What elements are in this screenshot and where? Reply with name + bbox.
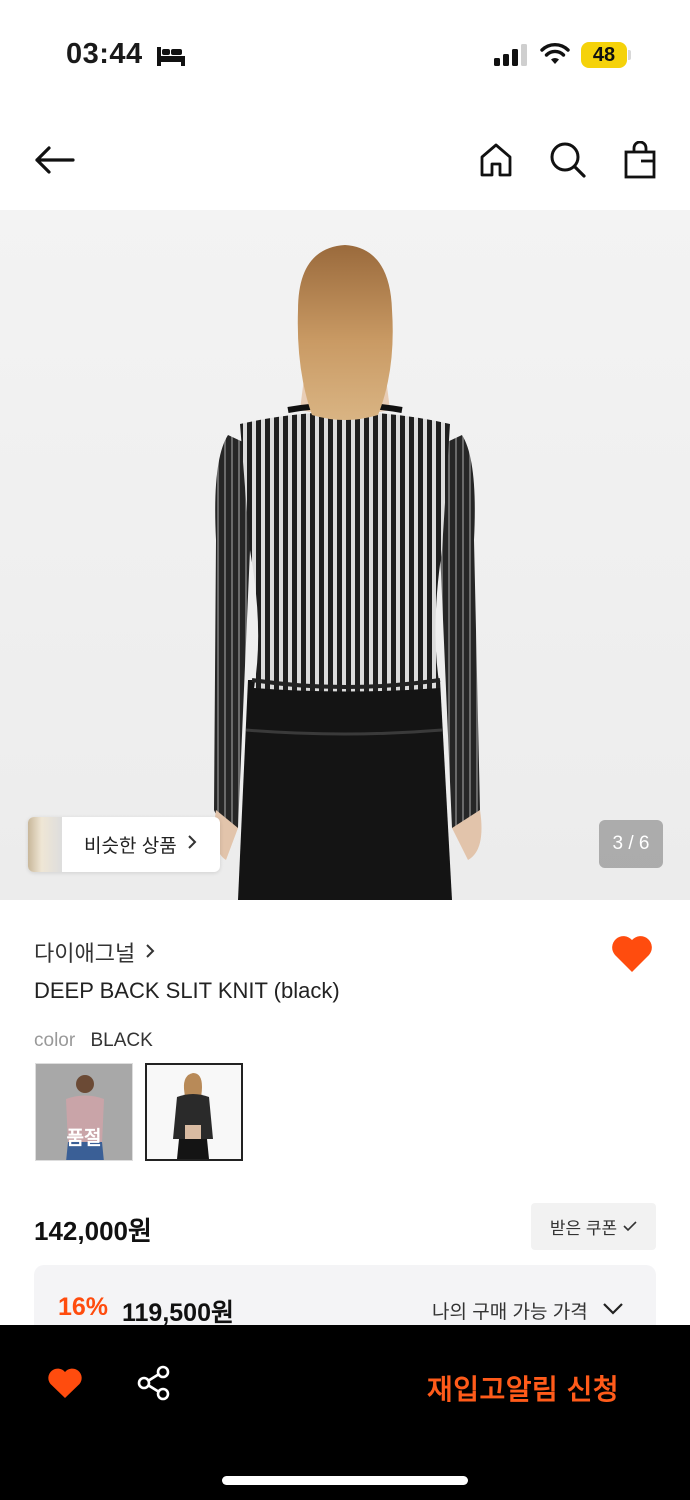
- share-icon[interactable]: [136, 1365, 172, 1406]
- color-value: BLACK: [90, 1030, 153, 1051]
- heart-icon[interactable]: [47, 1367, 83, 1404]
- status-bar: 03:44 48: [0, 0, 690, 110]
- chevron-down-icon: [602, 1300, 624, 1322]
- battery-nub: [628, 50, 631, 60]
- product-image[interactable]: [0, 210, 690, 900]
- battery-icon: 48: [581, 42, 627, 68]
- wifi-icon: [540, 42, 570, 71]
- product-name: DEEP BACK SLIT KNIT (black): [34, 978, 340, 1003]
- color-key: color: [34, 1030, 76, 1051]
- back-arrow-icon[interactable]: [32, 138, 76, 182]
- sold-out-badge: 품절: [66, 1128, 102, 1149]
- check-icon: [623, 1217, 637, 1237]
- my-price-label: 나의 구매 가능 가격: [432, 1302, 588, 1323]
- chevron-right-icon: [187, 834, 197, 855]
- sleep-bed-icon: [156, 45, 186, 72]
- similar-products-label: 비슷한 상품: [84, 836, 177, 857]
- shopping-bag-icon[interactable]: [618, 138, 662, 182]
- sale-price: 119,500원: [122, 1299, 234, 1327]
- similar-products-button[interactable]: 비슷한 상품: [28, 817, 220, 872]
- status-time: 03:44: [66, 38, 143, 70]
- restock-alert-button[interactable]: 재입고알림 신청: [427, 1368, 619, 1408]
- brand-name: 다이애그널: [34, 941, 136, 966]
- brand-link[interactable]: 다이애그널: [34, 936, 155, 968]
- search-icon[interactable]: [546, 138, 590, 182]
- color-selector-label: color BLACK: [34, 1030, 153, 1052]
- my-purchase-price-toggle[interactable]: 나의 구매 가능 가격: [432, 1297, 624, 1324]
- wishlist-heart-icon[interactable]: [610, 934, 654, 979]
- cellular-signal-icon: [494, 44, 528, 71]
- discount-rate: 16%: [58, 1293, 109, 1321]
- image-pager: 3 / 6: [599, 820, 663, 868]
- bottom-action-bar: 재입고알림 신청: [0, 1325, 690, 1500]
- home-indicator: [222, 1476, 468, 1485]
- color-option-soldout[interactable]: 품절: [35, 1063, 133, 1161]
- original-price: 142,000원: [34, 1216, 152, 1246]
- color-option-selected[interactable]: [145, 1063, 243, 1161]
- chevron-right-icon: [145, 939, 155, 965]
- home-icon[interactable]: [474, 138, 518, 182]
- top-nav: [0, 110, 690, 210]
- coupon-label: 받은 쿠폰: [549, 1219, 618, 1238]
- similar-thumbnail: [28, 817, 62, 872]
- received-coupon-button[interactable]: 받은 쿠폰: [531, 1203, 656, 1250]
